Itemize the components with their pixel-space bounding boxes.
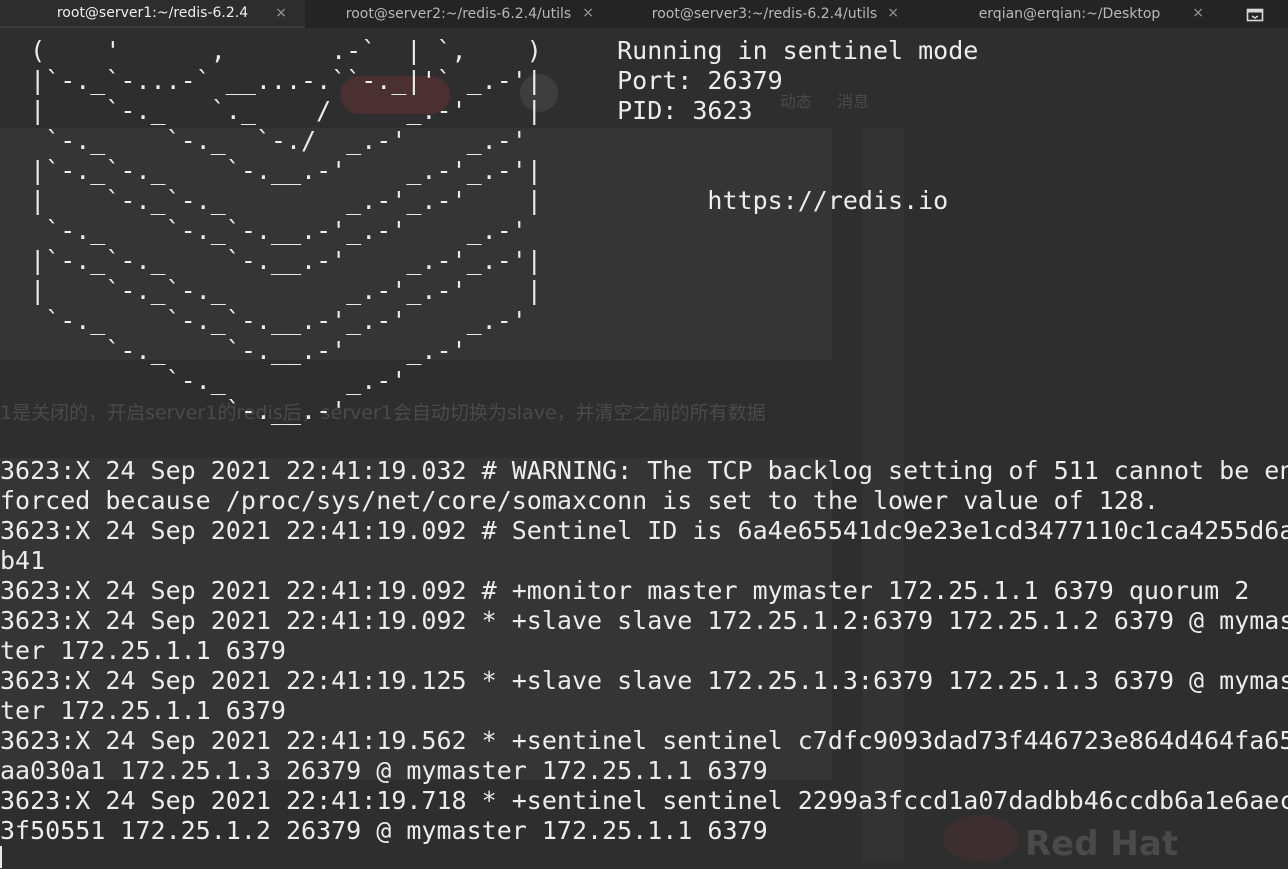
terminal-window: root@server1:~/redis-6.2.4 × root@server… xyxy=(0,0,1288,869)
new-tab-button[interactable] xyxy=(1222,0,1288,28)
terminal-line: | `-._ `._ / _.-' | PID: 3623 xyxy=(0,96,753,125)
terminal-line: |`-._`-._ `-.__.-' _.-'_.-'| xyxy=(0,156,542,185)
terminal-text: ( ' , .-` | `, ) Running in sentinel mod… xyxy=(0,36,1288,846)
terminal-line: 3623:X 24 Sep 2021 22:41:19.092 * +slave… xyxy=(0,606,1288,635)
tab-desktop[interactable]: erqian@erqian:~/Desktop × xyxy=(917,0,1222,28)
terminal-line: aa030a1 172.25.1.3 26379 @ mymaster 172.… xyxy=(0,756,768,785)
terminal-line: 3623:X 24 Sep 2021 22:41:19.718 * +senti… xyxy=(0,786,1288,815)
terminal-output-area[interactable]: 动态 消息 1是关闭的，开启server1的redis后，server1会自动切… xyxy=(0,28,1288,869)
terminal-line: `-._ `-._ `-./ _.-' _.-' xyxy=(0,126,527,155)
close-icon[interactable]: × xyxy=(275,5,287,21)
terminal-line: 3623:X 24 Sep 2021 22:41:19.125 * +slave… xyxy=(0,666,1288,695)
tab-label: erqian@erqian:~/Desktop xyxy=(978,6,1161,22)
tab-bar: root@server1:~/redis-6.2.4 × root@server… xyxy=(0,0,1288,28)
tab-label: root@server1:~/redis-6.2.4 xyxy=(56,5,249,21)
new-tab-icon xyxy=(1246,8,1264,22)
tab-label: root@server3:~/redis-6.2.4/utils xyxy=(651,6,878,22)
text-cursor xyxy=(0,846,2,868)
terminal-line: ( ' , .-` | `, ) Running in sentinel mod… xyxy=(0,36,979,65)
terminal-line: | `-._`-._ _.-'_.-' | xyxy=(0,276,542,305)
terminal-line: `-._ `-.__.-' _.-' xyxy=(0,336,467,365)
terminal-line: forced because /proc/sys/net/core/somaxc… xyxy=(0,486,1159,515)
terminal-line: | `-._`-._ _.-'_.-' | https://redis.io xyxy=(0,186,949,215)
close-icon[interactable]: × xyxy=(887,5,899,21)
close-icon[interactable]: × xyxy=(582,5,594,21)
terminal-line: `-.__.-' xyxy=(0,396,347,425)
tab-server3[interactable]: root@server3:~/redis-6.2.4/utils × xyxy=(612,0,917,28)
tab-label: root@server2:~/redis-6.2.4/utils xyxy=(345,6,572,22)
terminal-line: 3623:X 24 Sep 2021 22:41:19.032 # WARNIN… xyxy=(0,456,1288,485)
terminal-line: b41 xyxy=(0,546,46,575)
terminal-line: ter 172.25.1.1 6379 xyxy=(0,636,286,665)
terminal-line: `-._ `-._`-.__.-'_.-' _.-' xyxy=(0,306,527,335)
terminal-line: ter 172.25.1.1 6379 xyxy=(0,696,286,725)
close-icon[interactable]: × xyxy=(1192,5,1204,21)
terminal-line: `-._ _.-' xyxy=(0,366,407,395)
tab-server1[interactable]: root@server1:~/redis-6.2.4 × xyxy=(0,0,305,28)
terminal-line: `-._ `-._`-.__.-'_.-' _.-' xyxy=(0,216,527,245)
terminal-line: |`-._`-._ `-.__.-' _.-'_.-'| xyxy=(0,246,542,275)
tab-server2[interactable]: root@server2:~/redis-6.2.4/utils × xyxy=(305,0,612,28)
terminal-line: |`-._`-...-` __...-.``-._|'` _.-'| Port:… xyxy=(0,66,783,95)
terminal-line: 3623:X 24 Sep 2021 22:41:19.092 # Sentin… xyxy=(0,516,1288,545)
terminal-line: 3623:X 24 Sep 2021 22:41:19.092 # +monit… xyxy=(0,576,1250,605)
terminal-line: 3623:X 24 Sep 2021 22:41:19.562 * +senti… xyxy=(0,726,1288,755)
terminal-line: 3f50551 172.25.1.2 26379 @ mymaster 172.… xyxy=(0,816,768,845)
